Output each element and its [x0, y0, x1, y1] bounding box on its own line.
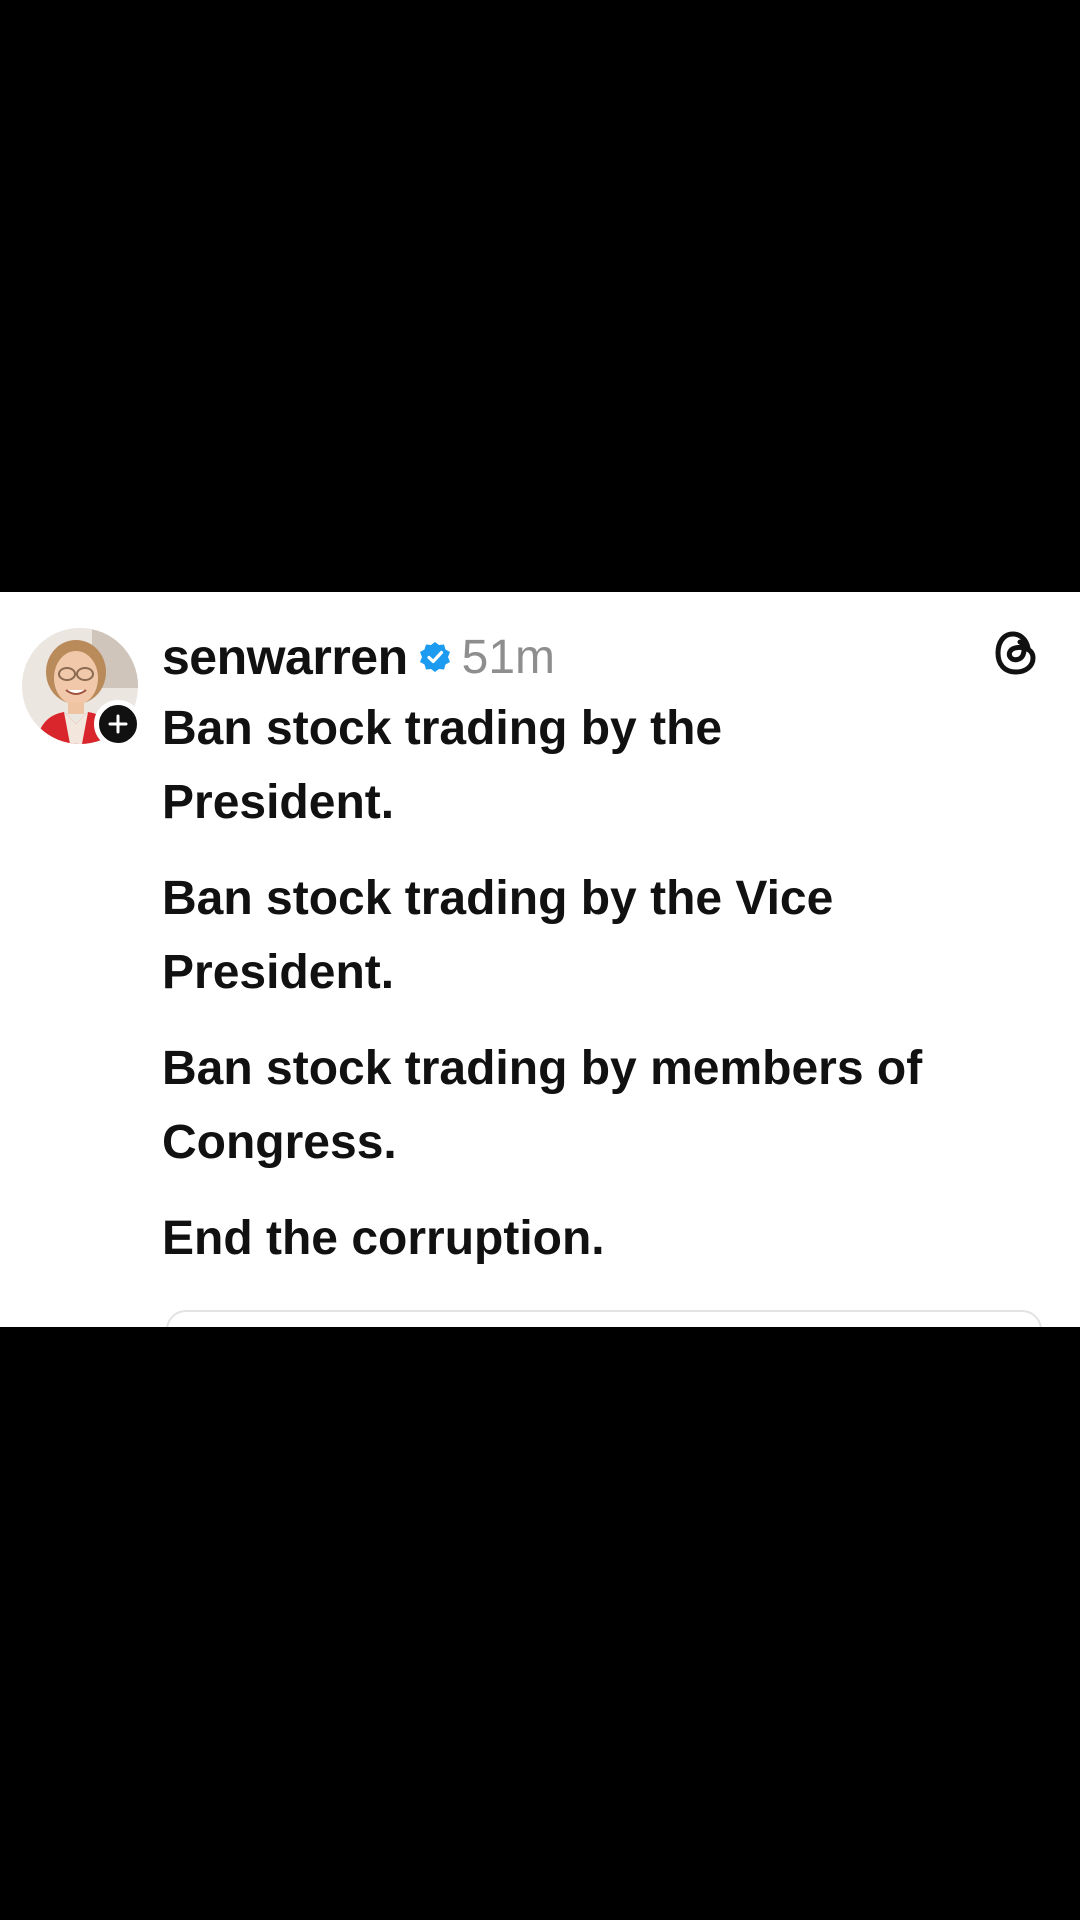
follow-button[interactable]	[94, 700, 142, 748]
post-timestamp: 51m	[461, 630, 555, 684]
post-paragraph: Ban stock trading by the President.	[162, 702, 723, 829]
username[interactable]: senwarren	[162, 628, 408, 686]
post-paragraph: End the corruption.	[162, 1212, 605, 1265]
threads-logo-icon[interactable]	[988, 624, 1046, 682]
plus-icon	[108, 714, 128, 734]
bottom-black-band	[0, 1327, 1080, 1920]
post-paragraph: Ban stock trading by the Vice President.	[162, 872, 834, 999]
avatar-group[interactable]	[22, 628, 142, 748]
post-body: Ban stock trading by the President. Ban …	[162, 692, 1042, 1298]
post-header: senwarren 51m	[162, 622, 555, 692]
post-card[interactable]: senwarren 51m Ban stock trading by the P…	[0, 592, 1080, 1327]
embedded-card-edge[interactable]	[166, 1310, 1042, 1327]
post-paragraph: Ban stock trading by members of Congress…	[162, 1042, 923, 1169]
top-black-band	[0, 0, 1080, 592]
verified-badge-icon	[418, 640, 452, 674]
